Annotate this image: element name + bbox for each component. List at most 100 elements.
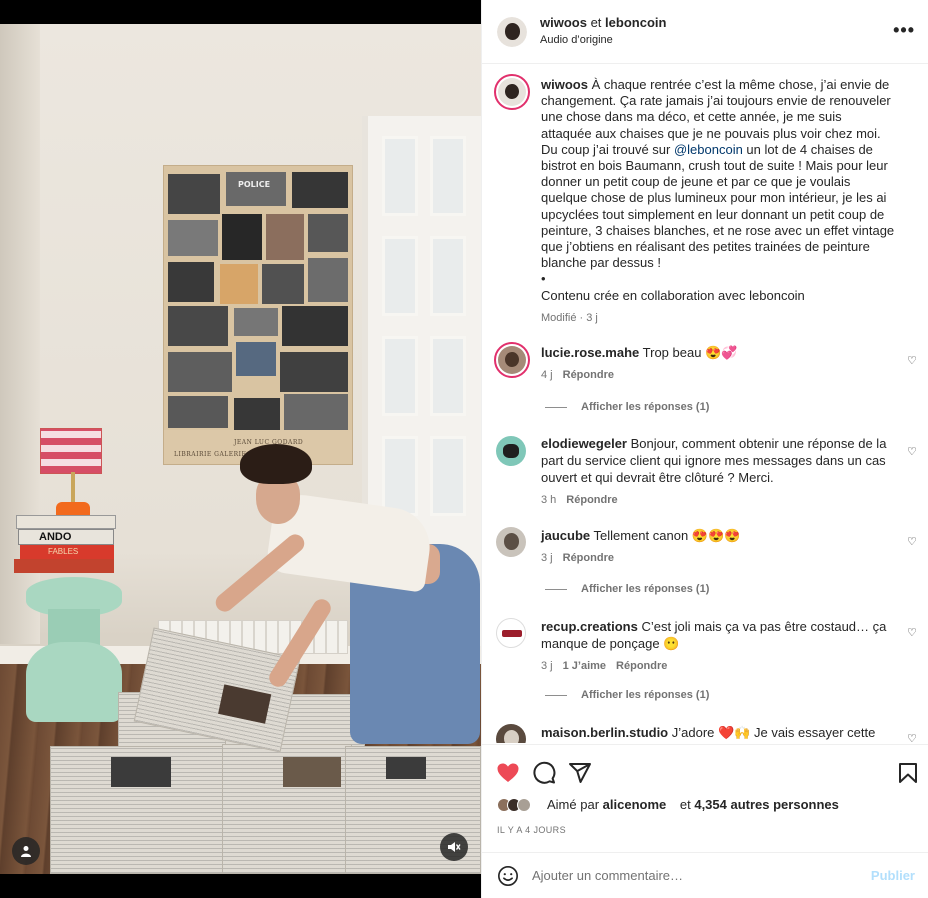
bookmark-icon[interactable] — [896, 761, 920, 785]
mute-button[interactable] — [440, 833, 468, 861]
like-comment-icon[interactable]: ♡ — [907, 626, 919, 639]
comment-text: Tellement canon 😍😍😍 — [590, 528, 741, 543]
caption-mention[interactable]: @leboncoin — [674, 142, 743, 157]
video-frame: POLICE JEAN LUC GODARD LIBRAIRIE GALERIE… — [0, 24, 481, 874]
comment-username[interactable]: jaucube — [541, 528, 590, 543]
gingham-lampshade — [40, 428, 102, 474]
comment-time: 3 j — [541, 552, 553, 564]
comment-avatar[interactable] — [496, 724, 526, 743]
like-comment-icon[interactable]: ♡ — [907, 445, 919, 458]
collaborator-username[interactable]: leboncoin — [605, 15, 666, 30]
add-comment-bar: Ajouter un commentaire… Publier — [482, 852, 928, 898]
comment-username[interactable]: maison.berlin.studio — [541, 725, 668, 740]
author-avatar[interactable] — [497, 17, 527, 47]
likes-user[interactable]: alicenome — [603, 797, 667, 812]
person-hair — [240, 444, 312, 484]
comment-icon[interactable] — [532, 761, 556, 785]
door-pane — [382, 336, 418, 416]
door-pane — [430, 436, 466, 516]
likes-connector: et — [679, 797, 691, 812]
likes-others[interactable]: 4,354 autres personnes — [694, 797, 839, 812]
replies-divider — [545, 694, 567, 696]
comment: elodiewegeler Bonjour, comment obtenir u… — [541, 435, 889, 509]
comment-text: Trop beau 😍💞 — [639, 345, 738, 360]
caption-meta: Modifié · 3 j — [541, 311, 598, 324]
reel-video[interactable]: POLICE JEAN LUC GODARD LIBRAIRIE GALERIE… — [0, 0, 481, 898]
likes-summary[interactable]: Aimé par alicenome et 4,354 autres perso… — [497, 797, 839, 812]
comment-text: J’adore ❤️🙌 Je vais essayer cette — [668, 725, 876, 740]
caption-text-continued: un lot de 4 chaises de bistrot en bois B… — [541, 141, 895, 271]
view-replies-button[interactable]: Afficher les réponses (1) — [545, 401, 709, 413]
more-options-button[interactable]: ••• — [893, 20, 915, 41]
comment-input[interactable]: Ajouter un commentaire… — [532, 868, 683, 883]
action-bar: Aimé par alicenome et 4,354 autres perso… — [482, 744, 928, 854]
user-icon — [21, 846, 31, 857]
publish-button[interactable]: Publier — [871, 868, 915, 883]
reply-button[interactable]: Répondre — [563, 369, 614, 381]
view-replies-button[interactable]: Afficher les réponses (1) — [545, 689, 709, 701]
replies-divider — [545, 406, 567, 408]
comment-time: 3 h — [541, 494, 557, 506]
lamp-stem — [71, 472, 75, 504]
comment-username[interactable]: recup.creations — [541, 619, 638, 634]
likes-prefix: Aimé par — [547, 797, 600, 812]
tagged-user-button[interactable] — [12, 837, 40, 865]
like-comment-icon[interactable]: ♡ — [907, 354, 919, 367]
book — [16, 515, 116, 529]
reply-button[interactable]: Répondre — [616, 660, 667, 672]
door-pane — [382, 436, 418, 516]
comment-username[interactable]: lucie.rose.mahe — [541, 345, 639, 360]
caption-collab-note: Contenu crée en collaboration avec lebon… — [541, 287, 805, 303]
comment-likes[interactable]: 1 J’aime — [563, 660, 606, 672]
muted-speaker-icon — [448, 842, 461, 852]
audio-link[interactable]: Audio d’origine — [540, 34, 613, 46]
door-pane — [382, 136, 418, 216]
caption-bullet: • — [541, 271, 546, 287]
stool-base — [26, 642, 122, 722]
like-comment-icon[interactable]: ♡ — [907, 732, 919, 743]
poster-title: POLICE — [238, 180, 271, 189]
post-panel: wiwoos et leboncoin Audio d’origine ••• … — [481, 0, 928, 898]
comment-avatar[interactable] — [496, 527, 526, 557]
liked-heart-icon[interactable] — [496, 761, 520, 785]
liker-avatar — [517, 797, 531, 812]
comment: maison.berlin.studio J’adore ❤️🙌 Je vais… — [541, 724, 889, 741]
post-date: IL Y A 4 JOURS — [497, 825, 566, 835]
book-fables: FABLES — [20, 545, 114, 559]
film-poster: POLICE JEAN LUC GODARD LIBRAIRIE GALERIE… — [163, 165, 353, 465]
reply-button[interactable]: Répondre — [566, 494, 617, 506]
view-replies-label: Afficher les réponses (1) — [581, 401, 710, 413]
replies-divider — [545, 588, 567, 590]
author-username[interactable]: wiwoos — [540, 15, 587, 30]
comment-avatar[interactable] — [496, 618, 526, 648]
door-pane — [430, 336, 466, 416]
comment-time: 3 j — [541, 660, 553, 672]
comment-time: 4 j — [541, 369, 553, 381]
view-replies-label: Afficher les réponses (1) — [581, 583, 710, 595]
comments-scroll-area[interactable]: wiwoos À chaque rentrée c’est la même ch… — [482, 65, 928, 743]
like-comment-icon[interactable]: ♡ — [907, 535, 919, 548]
post-caption: wiwoos À chaque rentrée c’est la même ch… — [541, 77, 895, 326]
comment: lucie.rose.mahe Trop beau 😍💞 4 j Répondre — [541, 344, 889, 384]
newspaper-sheet — [222, 744, 352, 874]
door-pane — [382, 236, 418, 316]
book — [14, 559, 114, 573]
comment: recup.creations C’est joli mais ça va pa… — [541, 618, 889, 675]
emoji-icon[interactable] — [497, 865, 519, 887]
post-authors: wiwoos et leboncoin — [540, 15, 666, 30]
view-replies-button[interactable]: Afficher les réponses (1) — [545, 583, 709, 595]
post-header: wiwoos et leboncoin Audio d’origine ••• — [482, 0, 928, 64]
view-replies-label: Afficher les réponses (1) — [581, 689, 710, 701]
reply-button[interactable]: Répondre — [563, 552, 614, 564]
author-connector: et — [590, 15, 602, 30]
comment-avatar[interactable] — [494, 342, 530, 378]
newspaper-sheet — [50, 746, 230, 874]
book-ando: ANDO — [18, 529, 114, 545]
door-pane — [430, 136, 466, 216]
caption-username[interactable]: wiwoos — [541, 77, 588, 92]
door-pane — [430, 236, 466, 316]
comment-username[interactable]: elodiewegeler — [541, 436, 627, 451]
share-icon[interactable] — [568, 761, 592, 785]
caption-avatar[interactable] — [494, 74, 530, 110]
comment-avatar[interactable] — [496, 436, 526, 466]
